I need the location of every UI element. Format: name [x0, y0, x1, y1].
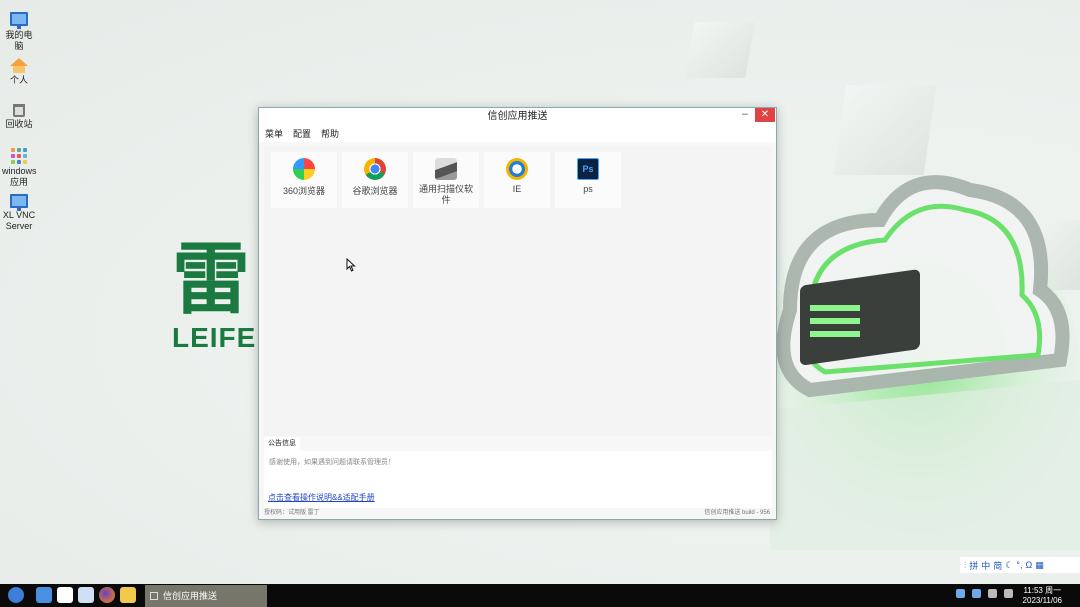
home-icon-base — [13, 66, 25, 73]
decorative-cube — [685, 22, 755, 78]
taskbar-window-label: 信创应用推送 — [163, 591, 218, 601]
clock-date: 2023/11/06 — [1022, 596, 1062, 605]
app-tile-label: 通用扫描仪软件 — [419, 184, 474, 205]
firefox-icon[interactable] — [99, 587, 115, 603]
settings-icon[interactable] — [988, 589, 997, 598]
app-center-icon[interactable] — [78, 587, 94, 603]
desktop-icon[interactable] — [36, 587, 52, 603]
trash-icon — [13, 104, 25, 117]
desktop-icon-label: 个人 — [9, 75, 28, 85]
app-grid-icon — [11, 148, 27, 164]
window-titlebar[interactable]: 信创应用推送 – ✕ — [259, 108, 776, 126]
360-browser-icon — [293, 158, 315, 180]
app-tile-scanner[interactable]: 通用扫描仪软件 — [413, 152, 479, 208]
menu-bar: 菜单 配置 帮助 — [259, 126, 776, 142]
license-status: 授权码：试用版 雷丁 — [264, 510, 320, 516]
omega-icon[interactable]: Ω — [1026, 560, 1033, 570]
moon-icon[interactable]: ☾ — [1005, 560, 1013, 571]
chrome-icon — [364, 158, 386, 180]
minimize-button[interactable]: – — [736, 108, 754, 122]
ime-mode-simplified[interactable]: 简 — [993, 559, 1002, 572]
start-menu-icon[interactable] — [8, 587, 24, 603]
clock-time: 11:53 周一 — [1023, 586, 1062, 595]
ime-toolbar: ⫶ 拼 中 简 ☾ °, Ω ▦ — [960, 557, 1080, 573]
window-icon — [150, 592, 158, 600]
app-tile-label: 谷歌浏览器 — [352, 186, 398, 196]
menu-item-menu[interactable]: 菜单 — [265, 126, 283, 142]
desktop-icon-label: 我的电脑 — [5, 30, 33, 51]
volume-icon[interactable] — [1004, 589, 1013, 598]
taskbar-window-item[interactable]: 信创应用推送 — [145, 585, 267, 607]
desktop-icon-label: 回收站 — [5, 119, 33, 129]
close-button[interactable]: ✕ — [755, 108, 775, 122]
taskbar: 信创应用推送 11:53 周一 2023/11/06 — [0, 584, 1080, 607]
tab-notice[interactable]: 公告信息 — [264, 437, 300, 451]
folder-icon[interactable] — [120, 587, 136, 603]
notice-panel: 感谢使用，如果遇到问题请联系管理员！ 点击查看操作说明&&适配手册 — [264, 451, 772, 508]
notice-text: 感谢使用，如果遇到问题请联系管理员！ — [269, 459, 395, 466]
ime-mode-chinese[interactable]: 中 — [981, 559, 990, 572]
photoshop-icon: Ps — [577, 158, 599, 180]
bluetooth-icon[interactable] — [956, 589, 965, 598]
cloud-server-illustration — [760, 110, 1080, 550]
window-title: 信创应用推送 — [487, 111, 548, 122]
scanner-icon — [435, 158, 457, 180]
computer-icon — [10, 12, 28, 29]
manual-link[interactable]: 点击查看操作说明&&适配手册 — [268, 492, 375, 503]
app-grid: 360浏览器 谷歌浏览器 通用扫描仪软件 IE Ps ps — [264, 146, 772, 436]
vnc-monitor-icon — [10, 194, 28, 211]
desktop-icon-label: windows应用 — [2, 166, 37, 187]
app-tile-photoshop[interactable]: Ps ps — [555, 152, 621, 208]
mouse-cursor-icon — [346, 258, 356, 272]
clock[interactable]: 11:53 周一 2023/11/06 — [1023, 586, 1062, 606]
build-info: 信创应用推送 build - 956 — [704, 510, 770, 516]
desktop-icon-personal[interactable]: 个人 — [2, 58, 36, 86]
punctuation-icon[interactable]: °, — [1016, 560, 1022, 570]
grid-icon[interactable]: ▦ — [1035, 560, 1044, 571]
home-icon — [10, 58, 28, 66]
voice-icon[interactable]: ⫶ — [964, 560, 966, 571]
network-icon[interactable] — [972, 589, 981, 598]
status-bar: 授权码：试用版 雷丁 信创应用推送 build - 956 — [264, 507, 772, 519]
file-manager-icon[interactable] — [57, 587, 73, 603]
app-tile-label: ps — [583, 184, 593, 194]
app-tile-label: IE — [512, 184, 522, 194]
menu-item-config[interactable]: 配置 — [293, 126, 311, 142]
app-window: 信创应用推送 – ✕ 菜单 配置 帮助 360浏览器 谷歌浏览器 通用扫描仪软件… — [258, 107, 777, 520]
app-tile-360-browser[interactable]: 360浏览器 — [271, 152, 337, 208]
desktop-icon-recycle-bin[interactable]: 回收站 — [2, 104, 36, 130]
desktop-icon-label: XL VNC Server — [2, 210, 36, 231]
desktop-icon-vnc-server[interactable]: XL VNC Server — [2, 194, 36, 232]
app-tile-chrome[interactable]: 谷歌浏览器 — [342, 152, 408, 208]
app-tile-ie[interactable]: IE — [484, 152, 550, 208]
app-tile-label: 360浏览器 — [282, 186, 326, 196]
ime-mode-pinyin[interactable]: 拼 — [969, 559, 978, 572]
ie-icon — [506, 158, 528, 180]
desktop-icon-windows-apps[interactable]: windows应用 — [2, 148, 37, 188]
menu-item-help[interactable]: 帮助 — [321, 126, 339, 142]
desktop-icon-my-computer[interactable]: 我的电脑 — [2, 12, 36, 52]
system-tray — [956, 589, 1013, 598]
